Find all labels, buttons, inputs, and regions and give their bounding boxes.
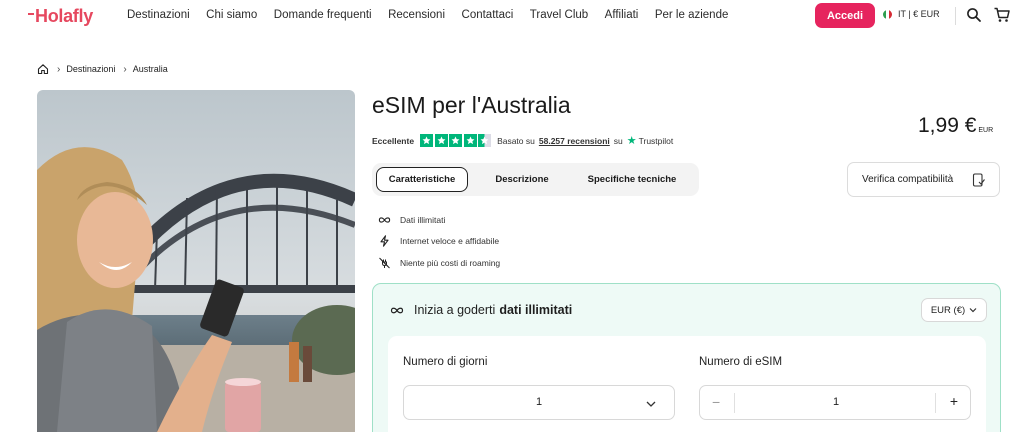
stepper-divider bbox=[734, 393, 735, 413]
nav-item-per-le-aziende[interactable]: Per le aziende bbox=[655, 9, 729, 21]
stepper-divider bbox=[935, 393, 936, 413]
breadcrumb: › Destinazioni › Australia bbox=[37, 63, 168, 75]
plan-options-card: Numero di giorni 1 Numero di eSIM − 1 + bbox=[388, 336, 986, 432]
feature-item: Internet veloce e affidabile bbox=[378, 231, 500, 253]
login-button[interactable]: Accedi bbox=[815, 3, 875, 28]
tab-specifiche-tecniche[interactable]: Specifiche tecniche bbox=[576, 167, 688, 192]
decrement-button[interactable]: − bbox=[712, 394, 720, 410]
holafly-logo[interactable]: Holafly bbox=[28, 6, 93, 27]
half-star-icon bbox=[478, 134, 492, 147]
reviews-suffix: su bbox=[613, 135, 623, 146]
phone-check-icon bbox=[972, 173, 985, 187]
days-select[interactable]: 1 bbox=[403, 385, 675, 420]
nav-item-contattaci[interactable]: Contattaci bbox=[462, 9, 514, 21]
nav-item-chi-siamo[interactable]: Chi siamo bbox=[206, 9, 257, 21]
chevron-right-icon: › bbox=[123, 63, 127, 75]
increment-button[interactable]: + bbox=[950, 393, 958, 409]
chevron-down-icon bbox=[646, 401, 656, 407]
verify-compatibility-button[interactable]: Verifica compatibilità bbox=[847, 162, 1000, 197]
currency-select[interactable]: EUR (€) bbox=[921, 298, 987, 322]
breadcrumb-item-destinazioni[interactable]: Destinazioni bbox=[66, 64, 115, 74]
cart-icon[interactable] bbox=[993, 6, 1011, 24]
price-value: 1,99 € bbox=[918, 114, 977, 137]
nav-item-recensioni[interactable]: Recensioni bbox=[388, 9, 445, 21]
esim-quantity-value: 1 bbox=[833, 396, 840, 408]
breadcrumb-item-australia: Australia bbox=[132, 64, 168, 74]
rating-stars bbox=[420, 134, 492, 147]
nav-item-affiliati[interactable]: Affiliati bbox=[605, 9, 639, 21]
esim-count-label: Numero di eSIM bbox=[699, 356, 783, 368]
star-icon bbox=[420, 134, 434, 147]
lightning-icon bbox=[380, 235, 389, 247]
trustpilot-label: Trustpilot bbox=[638, 135, 674, 146]
search-icon[interactable] bbox=[965, 6, 983, 24]
product-title: eSIM per l'Australia bbox=[372, 92, 571, 118]
panel-heading: Inizia a goderti dati illimitati bbox=[390, 303, 572, 317]
reviews-prefix: Basato su bbox=[497, 135, 535, 146]
infinity-icon bbox=[378, 217, 391, 223]
product-hero-image bbox=[37, 90, 355, 432]
verify-label: Verifica compatibilità bbox=[862, 174, 954, 185]
site-header: Holafly Destinazioni Chi siamo Domande f… bbox=[0, 0, 1024, 31]
tab-caratteristiche[interactable]: Caratteristiche bbox=[376, 167, 468, 192]
star-icon bbox=[463, 134, 477, 147]
no-roaming-icon bbox=[379, 257, 390, 269]
reviews-count-link[interactable]: 58.257 recensioni bbox=[539, 136, 610, 146]
nav-item-travel-club[interactable]: Travel Club bbox=[530, 9, 588, 21]
star-icon bbox=[449, 134, 463, 147]
product-tabs: Caratteristiche Descrizione Specifiche t… bbox=[372, 163, 699, 196]
product-price: 1,99 € EUR bbox=[918, 114, 993, 138]
locale-label: IT | € EUR bbox=[898, 9, 940, 19]
chevron-down-icon bbox=[969, 308, 977, 313]
tab-descrizione[interactable]: Descrizione bbox=[476, 167, 568, 192]
plan-selector-panel: Inizia a goderti dati illimitati EUR (€) … bbox=[372, 283, 1001, 432]
infinity-icon bbox=[390, 307, 404, 313]
italy-flag-icon bbox=[883, 9, 892, 19]
trustpilot-rating[interactable]: Eccellente Basato su 58.257 recensioni s… bbox=[372, 134, 673, 147]
header-divider bbox=[955, 7, 956, 25]
star-icon bbox=[434, 134, 448, 147]
locale-selector[interactable]: IT | € EUR bbox=[883, 9, 940, 19]
home-icon[interactable] bbox=[37, 63, 49, 75]
chevron-right-icon: › bbox=[57, 63, 61, 75]
esim-quantity-stepper[interactable]: − 1 + bbox=[699, 385, 971, 420]
feature-item: Dati illimitati bbox=[378, 209, 500, 231]
trustpilot-star-icon: ★ bbox=[626, 135, 637, 147]
main-nav: Destinazioni Chi siamo Domande frequenti… bbox=[127, 9, 745, 21]
nav-item-domande-frequenti[interactable]: Domande frequenti bbox=[274, 9, 372, 21]
price-currency: EUR bbox=[978, 127, 994, 134]
rating-label: Eccellente bbox=[372, 135, 415, 146]
days-label: Numero di giorni bbox=[403, 356, 488, 368]
nav-item-destinazioni[interactable]: Destinazioni bbox=[127, 9, 190, 21]
feature-item: Niente più costi di roaming bbox=[378, 252, 500, 274]
feature-list: Dati illimitati Internet veloce e affida… bbox=[378, 209, 500, 274]
